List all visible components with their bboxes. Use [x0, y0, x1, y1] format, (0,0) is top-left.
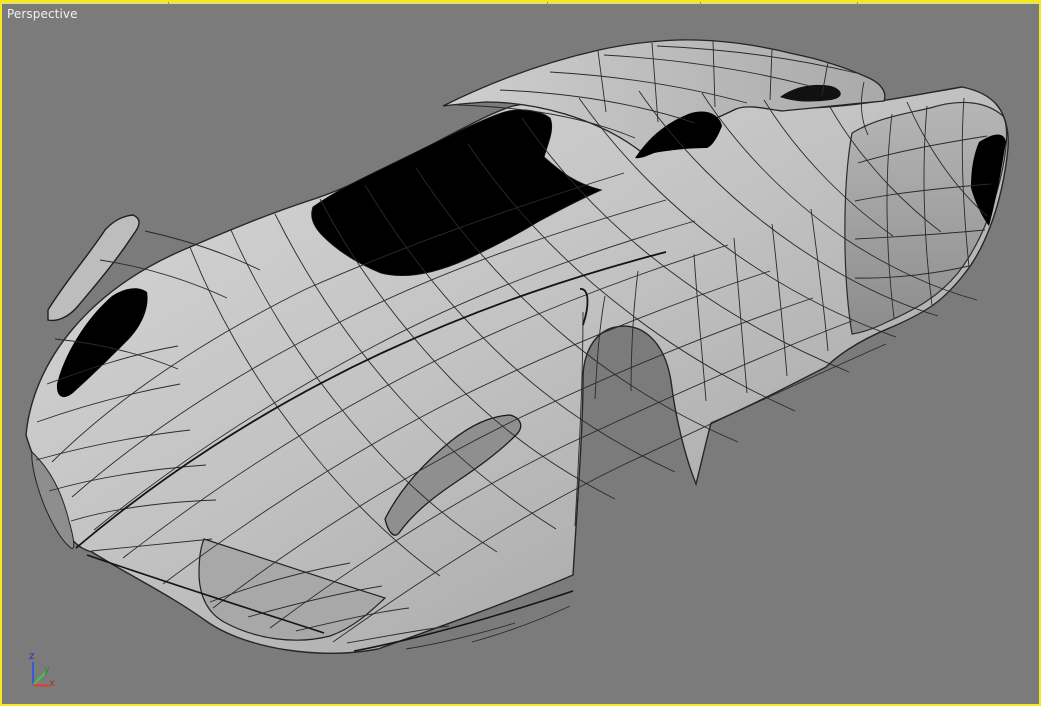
car-body[interactable] [25, 39, 1009, 654]
y-axis-label: y [44, 664, 50, 675]
scene: z y x [25, 39, 1009, 689]
viewport-perspective[interactable]: Perspective z y x [0, 0, 1041, 706]
x-axis-label: x [49, 678, 55, 689]
x-axis-line [32, 684, 50, 687]
axis-gizmo[interactable]: z y x [29, 651, 55, 689]
z-axis-label: z [29, 651, 34, 662]
